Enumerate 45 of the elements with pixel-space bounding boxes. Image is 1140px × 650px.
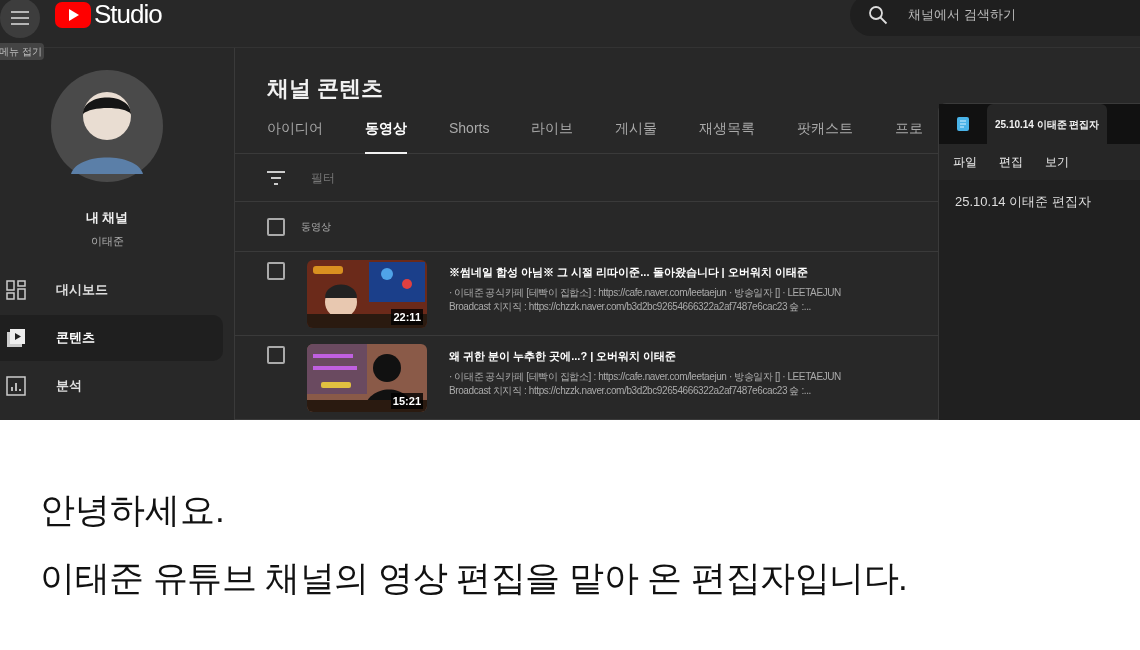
tab[interactable]: 프로	[895, 118, 924, 154]
tab[interactable]: 동영상	[365, 118, 407, 154]
video-content-icon	[6, 328, 26, 348]
menu-item[interactable]: 파일	[953, 153, 977, 171]
video-description: Broadcast 치지직 : https://chzzk.naver.com/b3d2bc92654666322a2af7487e6cac23 숲 :...	[449, 383, 811, 398]
page-title: 채널 콘텐츠	[267, 75, 385, 102]
filter-field[interactable]: 필터	[311, 168, 511, 187]
menu-button[interactable]	[0, 0, 40, 38]
notepad-tab[interactable]: 25.10.14 이태준 편집자	[987, 104, 1108, 144]
tab[interactable]: 팟캐스트	[797, 118, 854, 154]
filter-icon[interactable]	[267, 170, 285, 185]
video-description: · 이태준 공식카페 [테빡이 집합소] : https://cafe.naver.com/leetaejun · 방송일자 [] · LEETAEJUN	[449, 369, 841, 384]
checkbox[interactable]	[267, 217, 285, 236]
tab[interactable]: 재생목록	[699, 118, 756, 154]
search-field[interactable]: 채널에서 검색하기	[850, 0, 1140, 36]
notepad-text: 25.10.14 이태준 편집자	[954, 193, 1092, 211]
tab[interactable]: 게시물	[615, 118, 658, 154]
nav-item[interactable]: 대시보드	[0, 267, 223, 313]
dashboard-icon	[6, 280, 26, 300]
chart-icon	[6, 376, 26, 396]
channel-name: 이태준	[90, 233, 124, 249]
tooltip: 메뉴 접기	[0, 43, 44, 60]
video-description: Broadcast 치지직 : https://chzzk.naver.com/b3d2bc92654666322a2af7487e6cac23 숲 :...	[449, 299, 811, 314]
search-icon	[868, 5, 888, 25]
tab[interactable]: Shorts	[449, 118, 490, 154]
video-title[interactable]: ※썸네일 합성 아님※ 그 시절 리따이준... 돌아왔습니다 | 오버워치 이태준	[449, 264, 808, 281]
column-header: 동영상	[301, 220, 331, 234]
checkbox[interactable]	[267, 346, 285, 364]
notepad-icon	[957, 117, 969, 131]
checkbox[interactable]	[267, 262, 285, 280]
caption-line: 이태준 유튜브 채널의 영상 편집을 맡아 온 편집자입니다.	[40, 558, 909, 598]
menu-item[interactable]: 보기	[1045, 153, 1069, 171]
video-description: · 이태준 공식카페 [테빡이 집합소] : https://cafe.naver.com/leetaejun · 방송일자 [] · LEETAEJUN	[449, 285, 841, 300]
nav-item[interactable]: 분석	[0, 363, 223, 409]
menu-item[interactable]: 편집	[999, 153, 1023, 171]
tab[interactable]: 라이브	[531, 118, 574, 154]
caption-line: 안녕하세요.	[40, 490, 226, 530]
channel-title: 내 채널	[85, 209, 129, 227]
nav-item[interactable]: 콘텐츠	[0, 315, 223, 361]
logo-text: Studio	[94, 0, 162, 31]
search-input[interactable]: 채널에서 검색하기	[908, 5, 1138, 25]
play-logo-icon	[55, 1, 91, 28]
menu-icon	[11, 10, 29, 25]
video-title[interactable]: 왜 귀한 분이 누추한 곳에...? | 오버워치 이태준	[449, 348, 677, 365]
tab[interactable]: 아이디어	[267, 118, 323, 154]
